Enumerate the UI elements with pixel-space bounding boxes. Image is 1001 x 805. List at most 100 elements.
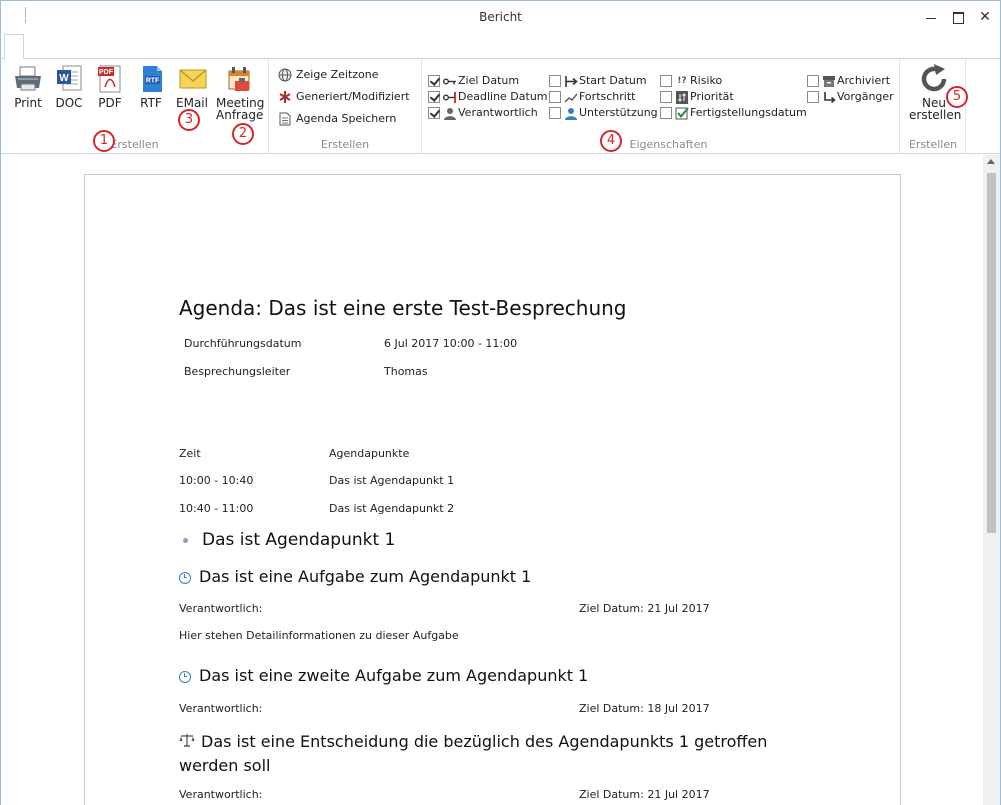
trend-icon (564, 91, 578, 104)
archiviert-checkbox[interactable] (807, 75, 819, 87)
maximize-button[interactable] (944, 5, 972, 29)
export-group-label: Erstellen (110, 138, 159, 151)
decision-title-line1: Das ist eine Entscheidung die bezüglich … (201, 732, 768, 751)
task-target-date: Ziel Datum: 18 Jul 2017 (579, 702, 710, 715)
save-agenda-label: Agenda Speichern (296, 112, 397, 125)
envelope-icon (176, 63, 208, 95)
vertical-scrollbar[interactable] (983, 155, 1000, 805)
person-icon (443, 107, 457, 120)
callout-badge-5: 5 (946, 86, 968, 108)
property-vorgaenger[interactable]: Vorgänger (807, 89, 894, 105)
agenda-title: Agenda: Das ist eine erste Test-Besprech… (179, 296, 627, 320)
svg-text:W: W (59, 73, 69, 84)
deadline-datum-checkbox[interactable] (428, 91, 440, 103)
task-title: Das ist eine zweite Aufgabe zum Agendapu… (199, 666, 589, 685)
property-unterstuetzung[interactable]: Unterstützung (549, 105, 658, 121)
minimize-button[interactable] (917, 5, 945, 29)
schedule-time: 10:00 - 10:40 (179, 474, 254, 487)
property-archiviert[interactable]: Archiviert (807, 73, 890, 89)
key-icon (443, 75, 457, 88)
bullet-icon (183, 537, 188, 543)
meta-value-date: 6 Jul 2017 10:00 - 11:00 (384, 337, 518, 350)
doc-button[interactable]: W DOC (47, 63, 91, 110)
word-document-icon: W (53, 63, 85, 95)
report-preview-area: Agenda: Das ist eine erste Test-Besprech… (1, 155, 1000, 805)
prioritaet-checkbox[interactable] (660, 91, 672, 103)
close-button[interactable]: ✕ (971, 5, 999, 29)
ziel-datum-checkbox[interactable] (428, 75, 440, 87)
scroll-up-arrow-icon[interactable] (987, 159, 995, 164)
start-datum-checkbox[interactable] (549, 75, 561, 87)
decision-heading: Das ist eine Entscheidung die bezüglich … (179, 730, 767, 778)
ziel-datum-label: Ziel Datum (458, 74, 520, 87)
svg-text:RTF: RTF (146, 78, 160, 85)
clock-icon (179, 670, 191, 683)
report-page: Agenda: Das ist eine erste Test-Besprech… (84, 174, 901, 805)
unterstuetzung-checkbox[interactable] (549, 107, 561, 119)
support-person-icon (564, 107, 578, 120)
property-ziel-datum[interactable]: Ziel Datum (428, 73, 519, 89)
verantwortlich-label: Verantwortlich (458, 106, 538, 119)
close-icon: ✕ (979, 9, 991, 25)
start-datum-label: Start Datum (579, 74, 647, 87)
show-timezone-label: Zeige Zeitzone (296, 68, 379, 81)
completed-check-icon (675, 106, 689, 120)
rtf-button[interactable]: RTF RTF (129, 63, 173, 110)
verantwortlich-checkbox[interactable] (428, 107, 440, 119)
property-fertigstellungsdatum[interactable]: Fertigstellungsdatum (660, 105, 807, 121)
schedule-header-item: Agendapunkte (329, 447, 410, 460)
vorgaenger-checkbox[interactable] (807, 91, 819, 103)
fortschritt-checkbox[interactable] (549, 91, 561, 103)
generated-modified-button[interactable]: Generiert/Modifiziert (278, 88, 410, 105)
ribbon-tab-strip (1, 33, 1000, 60)
predecessor-arrow-icon (822, 91, 836, 104)
show-timezone-button[interactable]: Zeige Zeitzone (278, 66, 379, 83)
task-heading: Das ist eine zweite Aufgabe zum Agendapu… (179, 666, 588, 685)
regenerate-group: Neu erstellen Erstellen 5 (901, 59, 968, 154)
pdf-label: PDF (98, 96, 122, 110)
schedule-header-time: Zeit (179, 447, 201, 460)
email-button[interactable]: EMail (170, 63, 214, 110)
meta-value-leader: Thomas (384, 365, 428, 378)
risiko-checkbox[interactable] (660, 75, 672, 87)
options-group-label: Erstellen (320, 138, 370, 151)
meeting-request-button[interactable]: Meeting Anfrage (216, 63, 264, 122)
start-arrow-icon (564, 75, 578, 88)
property-start-datum[interactable]: Start Datum (549, 73, 647, 89)
fortschritt-label: Fortschritt (579, 90, 636, 103)
property-verantwortlich[interactable]: Verantwortlich (428, 105, 538, 121)
callout-badge-3: 3 (178, 109, 200, 131)
generated-modified-label: Generiert/Modifiziert (296, 90, 410, 103)
risiko-label: Risiko (690, 74, 723, 87)
decision-target-date: Ziel Datum: 21 Jul 2017 (579, 788, 710, 801)
schedule-item: Das ist Agendapunkt 2 (329, 502, 455, 515)
doc-label: DOC (55, 96, 83, 110)
document-icon (278, 112, 292, 126)
decision-responsible: Verantwortlich: (179, 788, 263, 801)
meeting-request-label: Meeting Anfrage (216, 97, 264, 122)
properties-group-label: Eigenschaften (629, 138, 708, 151)
ribbon-tab[interactable] (4, 34, 24, 60)
clock-icon (179, 571, 191, 584)
scrollbar-thumb[interactable] (987, 173, 996, 533)
fertigstellungsdatum-checkbox[interactable] (660, 107, 672, 119)
report-window: Bericht ✕ Print W DOC PDF PDF RTF RTF EM… (0, 0, 1001, 805)
task-heading: Das ist eine Aufgabe zum Agendapunkt 1 (179, 567, 531, 586)
priority-icon (675, 90, 689, 104)
property-prioritaet[interactable]: Priorität (660, 89, 734, 105)
property-fortschritt[interactable]: Fortschritt (549, 89, 635, 105)
section-heading-text: Das ist Agendapunkt 1 (202, 530, 396, 550)
print-button[interactable]: Print (6, 63, 50, 110)
property-risiko[interactable]: !? Risiko (660, 73, 722, 89)
pdf-button[interactable]: PDF PDF (88, 63, 132, 110)
meta-key-leader: Besprechungsleiter (184, 365, 291, 378)
property-deadline-datum[interactable]: Deadline Datum (428, 89, 548, 105)
regenerate-group-label: Erstellen (908, 138, 958, 151)
save-agenda-button[interactable]: Agenda Speichern (278, 110, 396, 127)
task-responsible: Verantwortlich: (179, 702, 263, 715)
decision-title-line2: werden soll (179, 756, 271, 775)
asterisk-icon (278, 90, 292, 104)
email-label: EMail (176, 96, 208, 110)
fertigstellungsdatum-label: Fertigstellungsdatum (690, 106, 807, 119)
printer-icon (12, 63, 44, 95)
